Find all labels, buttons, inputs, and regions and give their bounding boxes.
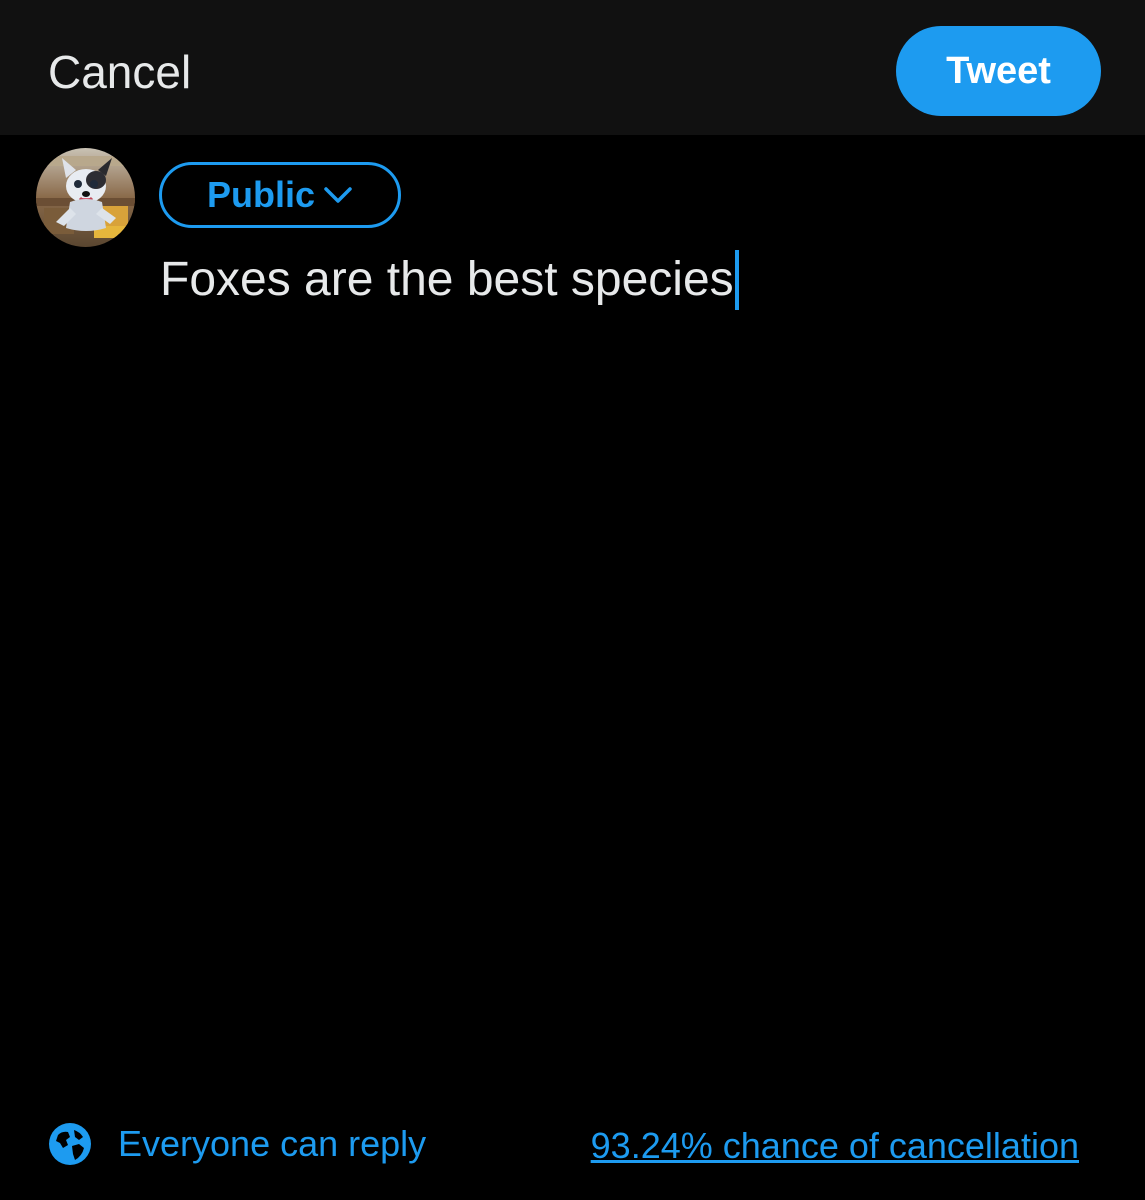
avatar-image [36,148,135,247]
chevron-down-icon [324,187,352,203]
avatar[interactable] [36,148,135,247]
tweet-text: Foxes are the best species [160,253,734,306]
top-bar: Cancel Tweet [0,0,1145,135]
cancel-button[interactable]: Cancel [48,44,191,100]
cancellation-chance-link[interactable]: 93.24% chance of cancellation [591,1125,1079,1167]
tweet-button[interactable]: Tweet [896,26,1101,116]
globe-icon [49,1123,91,1165]
audience-selector[interactable]: Public [159,162,401,228]
text-cursor [734,250,739,310]
audience-label: Public [206,174,316,215]
tweet-text-input[interactable]: Foxes are the best species [160,250,739,310]
reply-setting-button[interactable]: Everyone can reply [48,1122,426,1166]
reply-setting-label: Everyone can reply [118,1123,427,1164]
